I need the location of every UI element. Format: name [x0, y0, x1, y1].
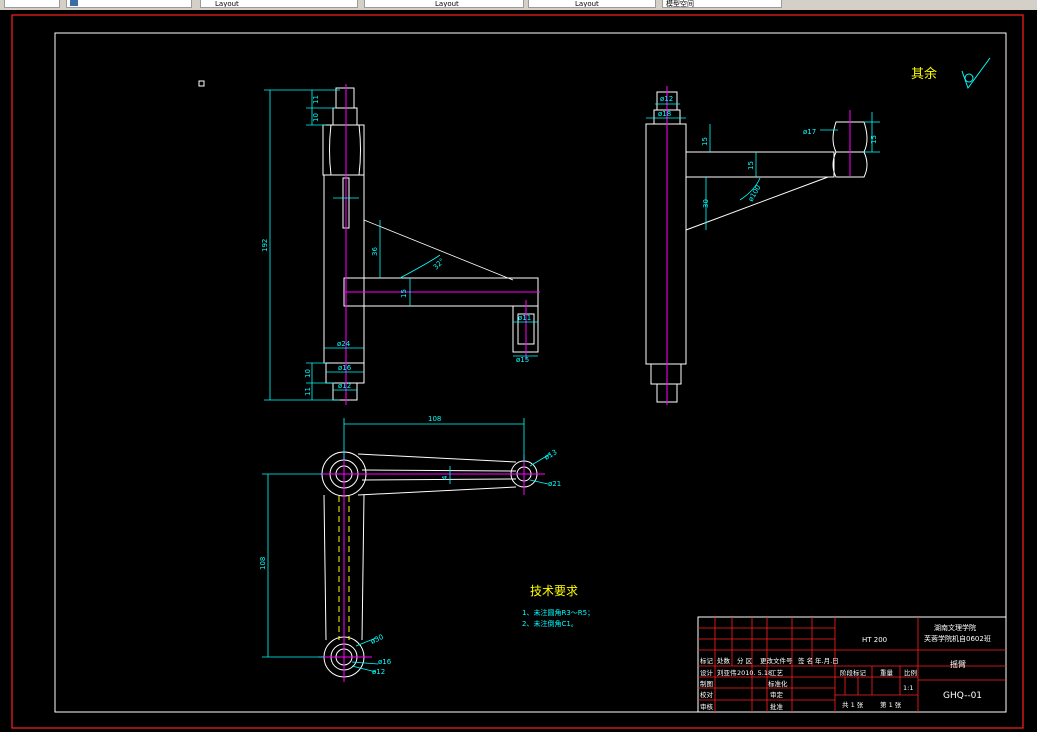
layout-tab-3[interactable]: Layout — [364, 0, 524, 8]
class-name: 芙蓉学院机自0602班 — [924, 634, 991, 643]
svg-text:阶段标记: 阶段标记 — [840, 668, 867, 677]
svg-text:批准: 批准 — [770, 702, 784, 711]
svg-text:审核: 审核 — [700, 702, 714, 711]
svg-text:分 区: 分 区 — [737, 656, 753, 665]
svg-text:工艺: 工艺 — [770, 669, 784, 677]
layout-tab-1[interactable] — [66, 0, 192, 8]
svg-text:比例: 比例 — [904, 668, 917, 677]
svg-text:11: 11 — [312, 95, 320, 104]
svg-text:更改文件号: 更改文件号 — [760, 656, 793, 665]
svg-text:第 1 张: 第 1 张 — [880, 700, 902, 709]
part-name: 摇臂 — [950, 659, 966, 669]
svg-text:重量: 重量 — [880, 669, 894, 677]
side-view — [645, 86, 868, 405]
svg-text:ø17: ø17 — [803, 128, 816, 136]
svg-text:30: 30 — [702, 199, 710, 208]
drawing-number: GHQ--01 — [943, 691, 982, 701]
tech-requirement-1: 1、未注圆角R3～R5； — [522, 608, 594, 617]
svg-text:刘亚伟: 刘亚伟 — [717, 668, 737, 677]
side-view-dims — [646, 103, 880, 230]
svg-text:设计: 设计 — [700, 668, 714, 677]
svg-text:ø15: ø15 — [516, 356, 529, 364]
title-block-text: 标记 处数 分 区 更改文件号 签 名 年.月.日 设计 刘亚伟 2010. 5… — [700, 656, 917, 711]
svg-text:15: 15 — [870, 135, 878, 144]
svg-text:制图: 制图 — [700, 679, 713, 688]
svg-text:审定: 审定 — [770, 690, 784, 699]
engineering-drawing: 其余 11 10 192 ø24 ø16 10 ø12 11 36 32° 15… — [11, 14, 1024, 729]
svg-text:10: 10 — [304, 369, 312, 378]
svg-text:ø12: ø12 — [660, 95, 673, 103]
svg-text:ø11: ø11 — [518, 314, 531, 322]
layout-tab-4[interactable]: Layout — [528, 0, 656, 8]
svg-text:ø21: ø21 — [548, 480, 561, 488]
title-block: 标记 处数 分 区 更改文件号 签 名 年.月.日 设计 刘亚伟 2010. 5… — [697, 616, 1007, 713]
svg-text:处数: 处数 — [717, 656, 731, 665]
school-name: 湖南文理学院 — [934, 623, 976, 632]
material-label: HT 200 — [862, 636, 887, 644]
front-view-dim-text: 11 10 192 ø24 ø16 10 ø12 11 36 32° 15 ø1… — [261, 95, 531, 396]
svg-text:2010. 5.18: 2010. 5.18 — [737, 669, 772, 677]
roughness-symbol — [961, 57, 991, 90]
svg-text:校对: 校对 — [700, 690, 714, 699]
tech-requirement-2: 2、未注倒角C1。 — [522, 619, 578, 628]
svg-text:1:1: 1:1 — [903, 684, 913, 692]
svg-text:ø13: ø13 — [543, 448, 558, 462]
svg-text:192: 192 — [261, 239, 269, 252]
svg-text:签 名: 签 名 — [798, 656, 813, 665]
layout-icon — [70, 0, 78, 6]
front-view-dims — [264, 89, 538, 401]
drawing-canvas[interactable]: 其余 11 10 192 ø24 ø16 10 ø12 11 36 32° 15… — [0, 10, 1037, 732]
svg-text:ø16: ø16 — [338, 364, 352, 372]
top-view — [318, 450, 545, 682]
svg-text:108: 108 — [428, 415, 441, 423]
svg-text:ø18: ø18 — [658, 110, 671, 118]
svg-text:ø24: ø24 — [337, 340, 351, 348]
svg-text:ø12: ø12 — [372, 668, 385, 676]
layout-tab-2[interactable]: Layout — [200, 0, 358, 8]
svg-text:ø30: ø30 — [369, 633, 384, 646]
surface-note: 其余 — [911, 66, 937, 82]
model-space-tab[interactable]: 模型空间 — [662, 0, 782, 8]
svg-text:15: 15 — [701, 137, 709, 146]
front-view — [322, 84, 540, 405]
top-view-dim-text: 108 ø13 ø21 4 108 ø30 ø16 ø12 — [259, 415, 561, 676]
svg-text:4: 4 — [441, 475, 449, 480]
tech-requirements-title: 技术要求 — [530, 584, 578, 598]
file-tab[interactable] — [4, 0, 60, 8]
svg-text:10: 10 — [312, 113, 320, 122]
svg-text:36: 36 — [371, 247, 379, 256]
svg-text:11: 11 — [304, 387, 312, 396]
svg-text:15: 15 — [747, 161, 755, 170]
svg-text:ø100: ø100 — [747, 184, 763, 203]
ucs-marker — [198, 80, 205, 87]
svg-text:共 1 张: 共 1 张 — [842, 700, 864, 709]
svg-text:标记: 标记 — [700, 656, 714, 665]
svg-text:年.月.日: 年.月.日 — [815, 656, 839, 665]
svg-text:ø12: ø12 — [338, 382, 351, 390]
svg-text:ø16: ø16 — [378, 658, 392, 666]
svg-text:15: 15 — [400, 289, 408, 298]
svg-text:标准化: 标准化 — [768, 679, 788, 688]
svg-text:108: 108 — [259, 557, 267, 570]
